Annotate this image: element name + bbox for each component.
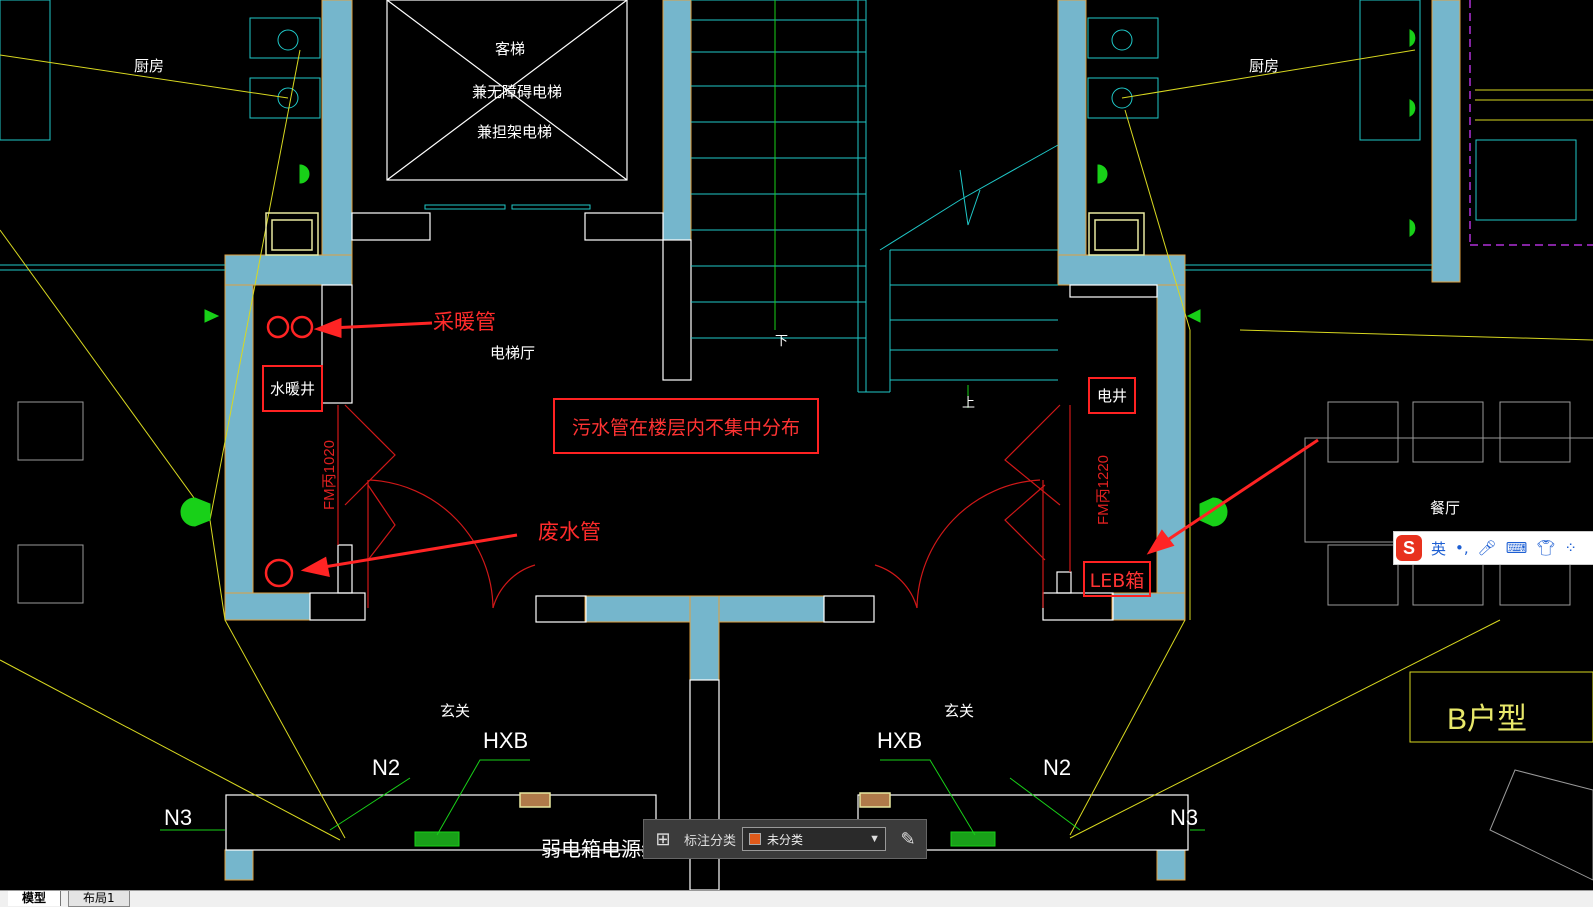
annotation-category-value: 未分类 [767, 832, 804, 847]
annotation-category-label: 标注分类 [684, 833, 737, 849]
water-well-box: 水暖井 [262, 365, 323, 412]
elec-well-box: 电井 [1088, 377, 1136, 414]
label-n2-left: N2 [372, 755, 401, 780]
label-n3-left: N3 [164, 805, 193, 830]
label-elevator-passenger: 客梯 [495, 40, 526, 58]
label-elevator-accessible: 兼无障碍电梯 [472, 83, 563, 101]
annotation-waste-water-pipe: 废水管 [538, 520, 601, 544]
annotation-heating-pipe: 采暖管 [433, 310, 496, 334]
wall-fill [224, 0, 1461, 881]
label-stair-up: 上 [962, 396, 976, 411]
grey-furniture [17, 401, 1593, 881]
edit-icon[interactable]: ✎ [894, 825, 922, 853]
label-unit-type: B户型 [1447, 703, 1528, 736]
leb-box-label: LEB箱 [1083, 561, 1151, 597]
label-kitchen-left: 厨房 [134, 57, 165, 75]
sewage-note-box: 污水管在楼层内不集中分布 [553, 398, 819, 454]
microphone-icon[interactable]: 🎤︎ [1478, 539, 1497, 557]
apps-grid-icon[interactable]: ⁘ [1564, 539, 1577, 557]
category-color-swatch [749, 833, 762, 845]
label-door-left: FM丙1020 [321, 439, 338, 510]
label-door-right: FM丙1220 [1095, 454, 1112, 525]
label-kitchen-right: 厨房 [1249, 57, 1280, 75]
skin-icon[interactable]: 👕︎ [1536, 539, 1555, 557]
label-n2-right: N2 [1043, 755, 1072, 780]
tab-model[interactable]: 模型 [8, 891, 62, 906]
label-hxb-left: HXB [483, 728, 529, 753]
label-entry-left: 玄关 [440, 702, 471, 720]
label-elevator-hall: 电梯厅 [490, 344, 536, 362]
ime-language-toggle[interactable]: 英 [1431, 538, 1446, 559]
annotation-category-select[interactable]: 未分类 ▼ [742, 827, 887, 851]
label-stair-down: 下 [775, 334, 789, 349]
ime-punctuation-toggle[interactable]: •, [1455, 539, 1469, 557]
sogou-logo-icon[interactable]: S [1396, 535, 1422, 561]
annotation-category-toolbar: ⊞ 标注分类 未分类 ▼ ✎ [643, 819, 927, 859]
layout-tab-bar: 模型 布局1 [0, 890, 1593, 907]
ime-toolbar: S 英 •, 🎤︎ ⌨ 👕︎ ⁘ [1393, 531, 1593, 565]
label-hxb-right: HXB [877, 728, 923, 753]
label-dining: 餐厅 [1430, 499, 1461, 517]
label-elevator-stretcher: 兼担架电梯 [477, 123, 553, 141]
label-n3-right: N3 [1170, 805, 1199, 830]
keyboard-icon[interactable]: ⌨ [1506, 539, 1528, 557]
chevron-down-icon: ▼ [869, 833, 881, 845]
pipe-circles [264, 315, 314, 588]
tab-layout1[interactable]: 布局1 [68, 891, 130, 907]
purple-dashed [1469, 0, 1593, 246]
grid-icon[interactable]: ⊞ [648, 824, 678, 854]
label-entry-right: 玄关 [944, 702, 975, 720]
